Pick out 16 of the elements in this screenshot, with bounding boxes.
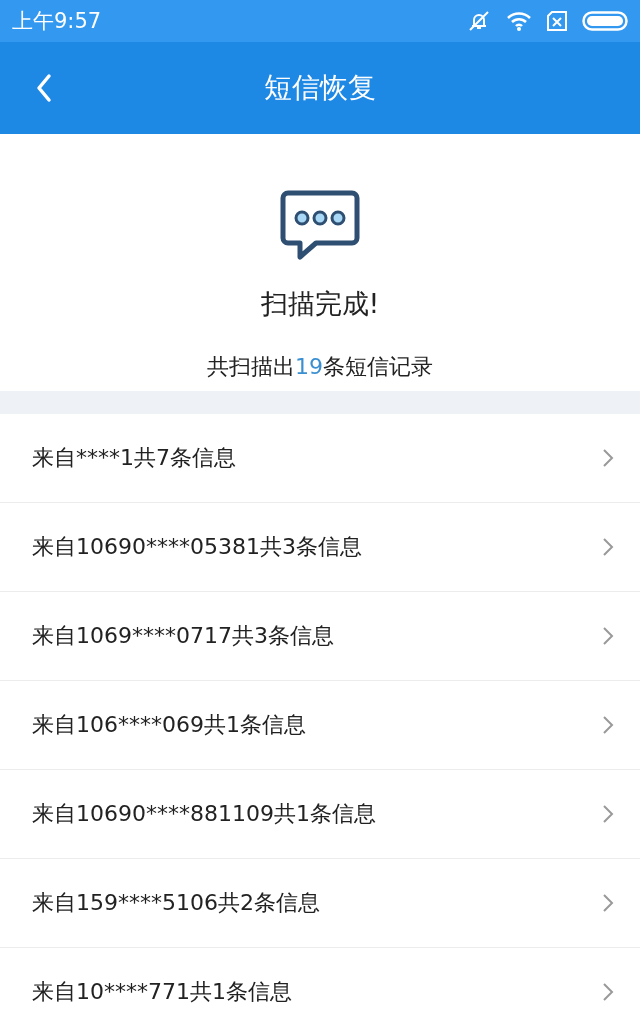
chevron-right-icon	[602, 982, 614, 1002]
chevron-right-icon	[602, 893, 614, 913]
chevron-right-icon	[602, 715, 614, 735]
chevron-right-icon	[602, 537, 614, 557]
scan-complete-heading: 扫描完成!	[260, 287, 380, 321]
chevron-right-icon	[602, 626, 614, 646]
battery-icon	[582, 11, 628, 31]
back-icon	[35, 73, 53, 103]
page-title: 短信恢复	[264, 70, 376, 106]
chevron-right-icon	[602, 448, 614, 468]
no-sim-icon	[546, 10, 568, 32]
chevron-right-icon	[602, 804, 614, 824]
status-time: 上午9:57	[12, 8, 102, 35]
wifi-icon	[506, 10, 532, 32]
scan-summary-text: 共扫描出 19条短信记录	[207, 353, 433, 381]
chat-bubble-icon	[280, 190, 360, 260]
